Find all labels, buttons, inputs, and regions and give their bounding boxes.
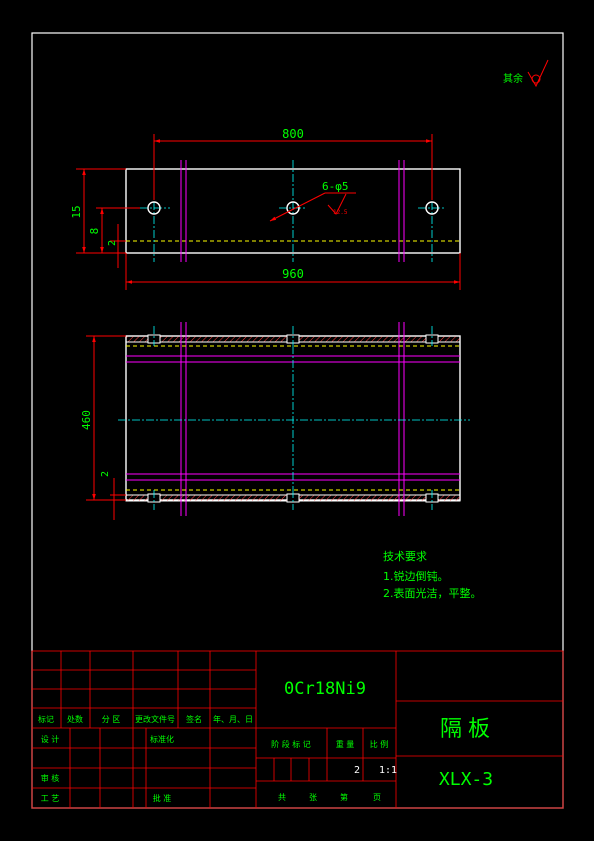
notes-item-1: 1.锐边倒钝。 bbox=[383, 569, 449, 583]
part-name: 隔板 bbox=[440, 717, 496, 742]
hole-roughness-text: 12.5 bbox=[333, 209, 348, 216]
technical-notes: 技术要求 1.锐边倒钝。 2.表面光洁，平整。 bbox=[383, 550, 482, 600]
dim-text-plan-2: 2 bbox=[100, 471, 111, 477]
roughness-note-text: 其余 bbox=[503, 72, 523, 85]
row-approve: 批 准 bbox=[153, 793, 172, 803]
weight-value: 2 bbox=[354, 765, 360, 776]
dim-text-960: 960 bbox=[282, 267, 304, 281]
notes-item-2: 2.表面光洁，平整。 bbox=[383, 586, 482, 600]
roughness-note: 其余 bbox=[503, 59, 549, 88]
header-count: 处数 bbox=[67, 714, 83, 724]
hole-callout: 6-φ5 12.5 bbox=[269, 180, 356, 222]
header-date: 年、月、日 bbox=[213, 714, 253, 724]
row-review: 审 核 bbox=[41, 773, 60, 783]
plan-centerlines bbox=[118, 326, 470, 510]
drawing-number: XLX-3 bbox=[439, 769, 493, 790]
sheet-current-label: 第 bbox=[340, 792, 348, 802]
weight-label: 重 量 bbox=[336, 739, 355, 749]
material-text: 0Cr18Ni9 bbox=[284, 679, 366, 699]
scale-value: 1:1 bbox=[379, 765, 397, 776]
dim-text-460: 460 bbox=[80, 410, 93, 430]
header-change-doc: 更改文件号 bbox=[135, 714, 175, 724]
stage-label: 阶 段 标 记 bbox=[271, 739, 311, 749]
header-mark: 标记 bbox=[38, 714, 54, 724]
section-lines bbox=[180, 160, 405, 262]
sheet-unit-2: 页 bbox=[373, 793, 381, 802]
header-zone: 分 区 bbox=[102, 715, 121, 724]
plan-view: 460 2 bbox=[80, 322, 470, 520]
header-signature: 签名 bbox=[186, 714, 202, 724]
dim-text-8: 8 bbox=[88, 228, 101, 235]
row-design: 设 计 bbox=[41, 734, 60, 744]
sheets-total-label: 共 bbox=[278, 793, 286, 802]
row-process: 工 艺 bbox=[41, 794, 60, 803]
sheet-unit-1: 张 bbox=[309, 793, 317, 802]
dim-text-2: 2 bbox=[107, 240, 118, 246]
dim-text-800: 800 bbox=[282, 127, 304, 141]
dim-text-15: 15 bbox=[70, 205, 83, 218]
notes-title: 技术要求 bbox=[383, 550, 427, 563]
drawing-sheet: 其余 800 960 6-φ5 12.5 15 8 2 460 2 技术要求 1… bbox=[31, 32, 564, 809]
front-view: 800 960 6-φ5 12.5 15 8 2 bbox=[70, 127, 461, 290]
hole-callout-text: 6-φ5 bbox=[322, 180, 349, 193]
scale-label: 比 例 bbox=[370, 739, 389, 749]
dim-plan-height: 460 2 bbox=[80, 335, 126, 520]
title-block-text: 0Cr18Ni9 隔板 XLX-3 标记 处数 分 区 更改文件号 签名 年、月… bbox=[38, 679, 496, 803]
row-standard: 标准化 bbox=[150, 734, 174, 744]
